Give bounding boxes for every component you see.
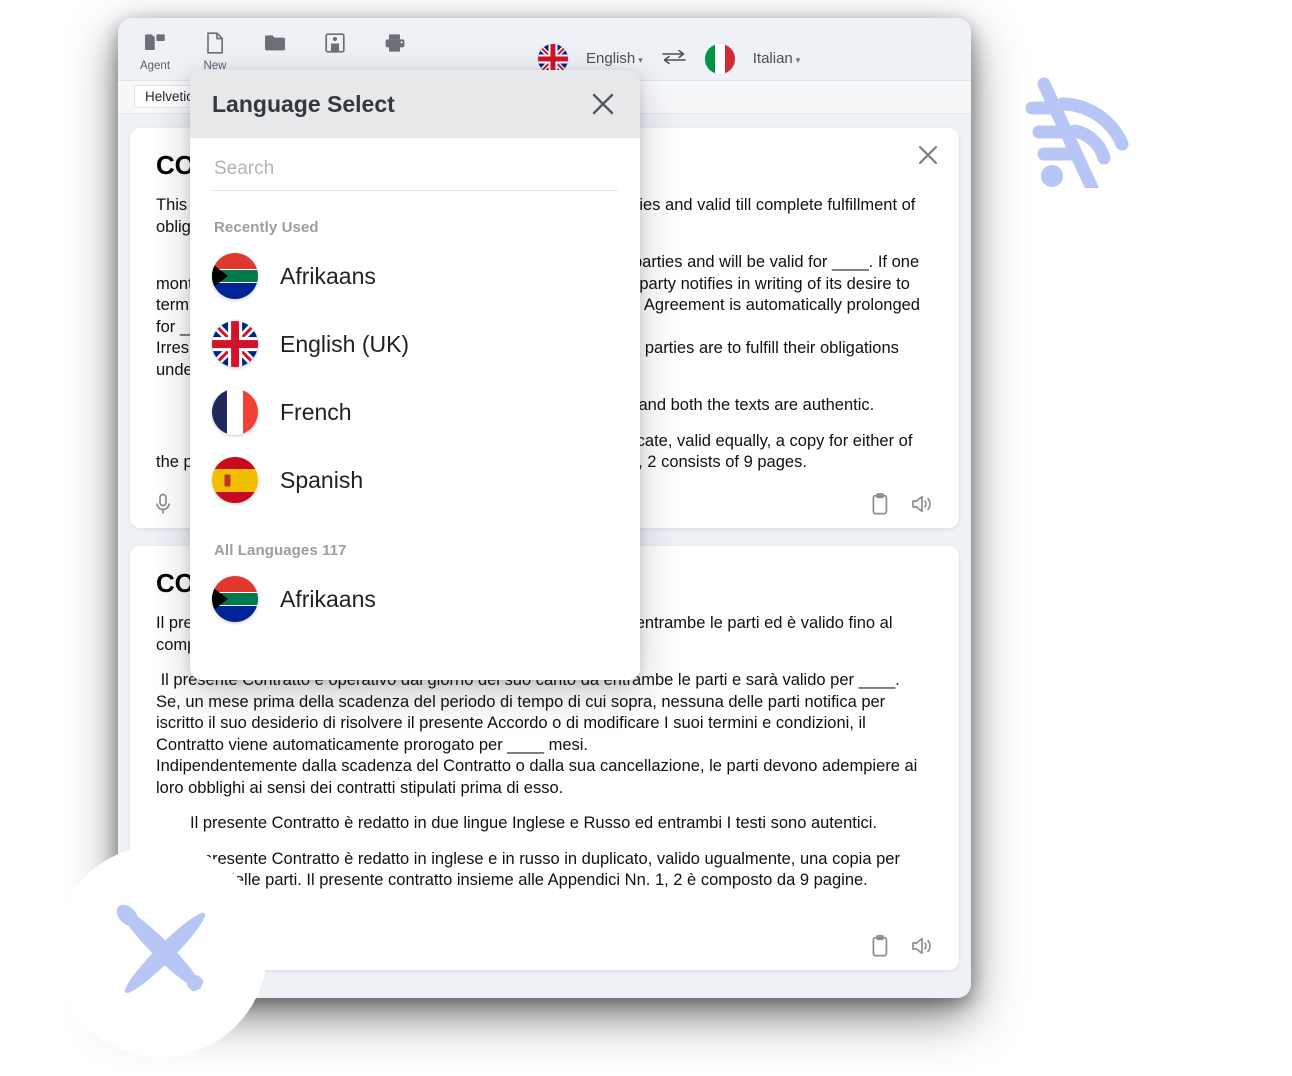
language-option-french[interactable]: French xyxy=(212,378,618,446)
language-option-label: Spanish xyxy=(280,466,364,493)
spain-flag-icon xyxy=(212,457,258,503)
toolbar-button-print[interactable] xyxy=(376,30,414,60)
italy-flag-icon xyxy=(704,44,735,74)
target-language-selector[interactable]: Italian ▾ xyxy=(753,50,801,68)
screenshot-root: Agent New English ▾ Italian ▾ Helvetica … xyxy=(0,0,1292,1076)
toolbar-button-new[interactable]: New xyxy=(196,30,234,72)
toolbar-buttons: Agent New xyxy=(136,30,414,72)
clipboard-icon[interactable] xyxy=(871,493,889,520)
language-select-dialog: Language Select Recently Used Afrikaans xyxy=(190,70,640,680)
chevron-down-icon-2: ▾ xyxy=(795,55,801,65)
paragraph-it-2: Il presente Contratto è operativo dal gi… xyxy=(156,671,918,797)
uk-flag-icon xyxy=(212,321,258,367)
language-option-english-uk[interactable]: English (UK) xyxy=(212,310,618,378)
source-language-selector[interactable]: English ▾ xyxy=(586,50,643,68)
speaker-icon[interactable] xyxy=(911,494,935,519)
search-field-wrapper xyxy=(212,138,618,191)
section-label-all: All Languages 117 xyxy=(214,542,347,559)
dialog-header: Language Select xyxy=(190,70,640,138)
search-input[interactable] xyxy=(212,152,618,190)
open-folder-icon xyxy=(264,30,286,56)
target-language-label: Italian xyxy=(752,50,793,67)
speaker-icon-2[interactable] xyxy=(911,936,935,961)
south-africa-flag-icon-2 xyxy=(212,576,258,622)
save-icon xyxy=(325,30,345,56)
language-option-spanish[interactable]: Spanish xyxy=(212,446,618,514)
language-option-label: French xyxy=(280,398,352,425)
wifi-off-icon xyxy=(1012,48,1152,188)
language-option-label: Afrikaans xyxy=(280,262,376,289)
toolbar-button-open[interactable] xyxy=(256,30,294,60)
toolbar-button-save[interactable] xyxy=(316,30,354,60)
france-flag-icon xyxy=(212,389,258,435)
paragraph-it-4: Il presente Contratto è redatto in ingle… xyxy=(156,849,905,890)
section-label-recent: Recently Used xyxy=(214,219,319,236)
airplane-icon xyxy=(91,879,231,1024)
language-option-label: English (UK) xyxy=(280,330,410,357)
airplane-badge xyxy=(55,845,267,1057)
language-option-label: Afrikaans xyxy=(280,585,376,612)
new-document-icon xyxy=(206,30,224,56)
close-icon[interactable] xyxy=(915,142,941,168)
print-icon xyxy=(384,30,406,56)
south-africa-flag-icon xyxy=(212,253,258,299)
dialog-body: Recently Used Afrikaans English (UK) Fre… xyxy=(190,138,640,680)
swap-arrows-icon[interactable] xyxy=(661,49,687,70)
agent-folder-icon xyxy=(144,30,166,56)
source-language-label: English xyxy=(586,50,636,67)
dialog-title: Language Select xyxy=(212,90,395,117)
close-icon[interactable] xyxy=(588,89,618,119)
toolbar-label-agent: Agent xyxy=(139,60,171,72)
language-option-afrikaans[interactable]: Afrikaans xyxy=(212,242,618,310)
paragraph-it-3: Il presente Contratto è redatto in due l… xyxy=(190,814,877,832)
toolbar-button-agent[interactable]: Agent xyxy=(136,30,174,72)
microphone-icon[interactable] xyxy=(154,493,172,520)
language-option-all-afrikaans[interactable]: Afrikaans xyxy=(212,565,618,633)
clipboard-icon-2[interactable] xyxy=(871,935,889,962)
chevron-down-icon: ▾ xyxy=(638,55,643,65)
search-underline xyxy=(212,190,618,191)
